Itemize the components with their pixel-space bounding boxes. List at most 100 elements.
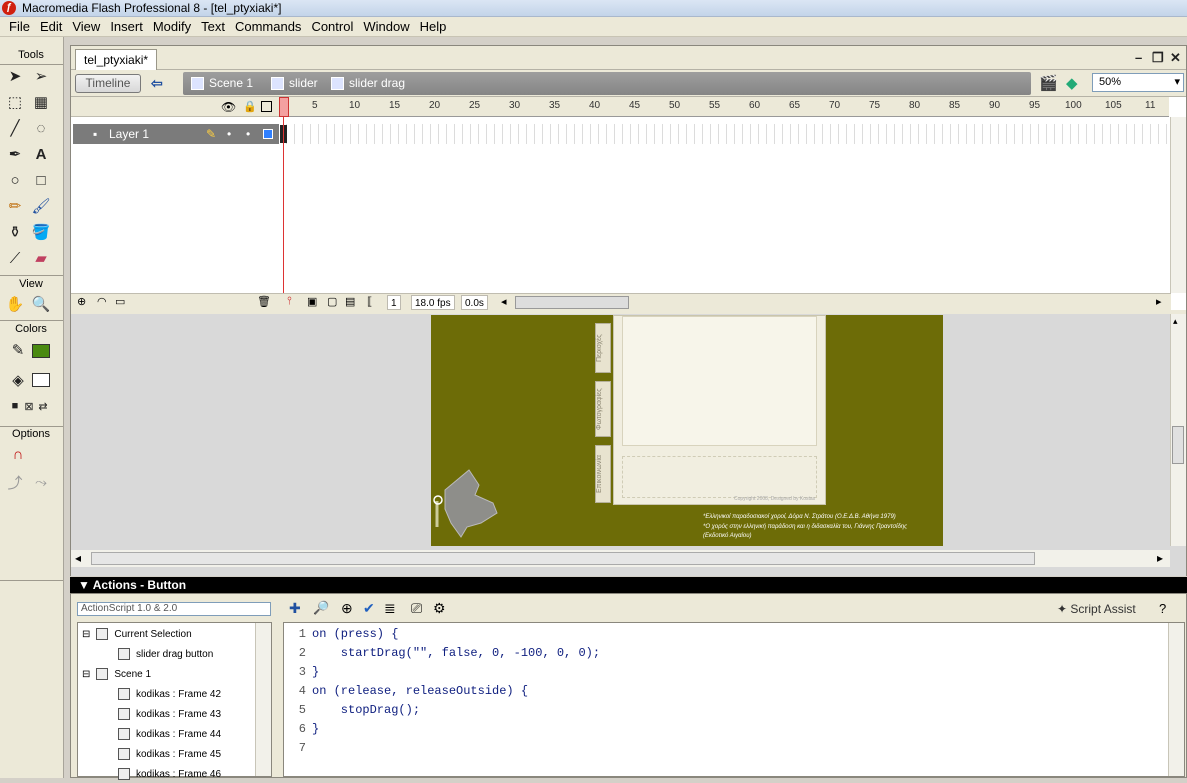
tree-node-frame[interactable]: kodikas : Frame 46 (118, 765, 221, 783)
tree-node-current-selection[interactable]: ⊟ Current Selection (82, 625, 192, 643)
edit-symbols-icon[interactable]: ◆ (1066, 74, 1078, 92)
debug-options-icon[interactable]: ⚙ (433, 600, 446, 617)
lasso-icon[interactable]: ◌ (29, 117, 53, 139)
document-tab[interactable]: tel_ptyxiaki* (75, 49, 158, 70)
stage-vscroll-thumb[interactable] (1172, 426, 1184, 464)
editor-scrollbar[interactable] (1168, 623, 1184, 776)
zoom-select[interactable]: 50% ▾ (1092, 73, 1184, 92)
fill-color-swatch[interactable] (32, 373, 50, 387)
menu-text[interactable]: Text (196, 17, 230, 36)
straighten-icon[interactable]: ⤳ (29, 471, 53, 493)
swap-colors-icon[interactable]: ⇄ (31, 395, 55, 417)
lock-icon[interactable]: 🔒 (243, 100, 257, 113)
tree-node-frame[interactable]: kodikas : Frame 42 (118, 685, 221, 703)
snap-magnet-icon[interactable]: ∩ (6, 443, 30, 465)
ink-bottle-icon[interactable]: ⚱ (3, 221, 27, 243)
onion-markers-icon[interactable]: ⟦ (367, 295, 372, 308)
pen-tool-icon[interactable]: ✒ (3, 143, 27, 165)
menu-view[interactable]: View (67, 17, 105, 36)
paint-bucket-icon[interactable]: 🪣 (29, 221, 53, 243)
timeline-toggle-button[interactable]: Timeline (75, 74, 141, 93)
restore-icon[interactable]: ❐ (1152, 50, 1164, 66)
actionscript-version-select[interactable]: ActionScript 1.0 & 2.0 (77, 602, 271, 616)
stage-hscrollbar[interactable]: ◂ ▸ (71, 550, 1170, 567)
tree-node-scene[interactable]: ⊟ Scene 1 (82, 665, 151, 683)
menu-insert[interactable]: Insert (105, 17, 148, 36)
lock-dot-icon[interactable]: • (246, 124, 250, 144)
add-folder-icon[interactable]: ▭ (115, 295, 125, 308)
hand-tool-icon[interactable]: ✋ (3, 293, 27, 315)
free-transform-icon[interactable]: ⬚ (3, 91, 27, 113)
eyedropper-icon[interactable]: ⟋ (3, 247, 27, 269)
back-arrow-icon[interactable]: ⇦ (151, 75, 171, 92)
oval-tool-icon[interactable]: ○ (3, 169, 27, 191)
stage-vscrollbar[interactable]: ▴ (1170, 314, 1186, 546)
help-icon[interactable]: ? (1159, 601, 1166, 616)
menu-control[interactable]: Control (306, 17, 358, 36)
menu-commands[interactable]: Commands (230, 17, 306, 36)
menu-help[interactable]: Help (415, 17, 452, 36)
tab-contact[interactable]: Επικοινωνία (595, 445, 611, 503)
playhead-marker[interactable] (279, 97, 289, 117)
stage-hscroll-thumb[interactable] (91, 552, 1035, 565)
frame-grid[interactable] (279, 124, 1169, 144)
brush-icon[interactable]: 🖌 (29, 195, 53, 217)
slider-drag-graphic[interactable] (431, 465, 503, 545)
eraser-icon[interactable]: ▰ (29, 247, 53, 269)
check-syntax-icon[interactable]: ✔ (363, 600, 375, 617)
add-guide-icon[interactable]: ◠ (97, 295, 107, 308)
eye-icon[interactable]: 👁 (221, 100, 236, 114)
frame-ruler[interactable]: 5 10 15 20 25 30 35 40 45 50 55 60 65 70… (279, 97, 1169, 117)
crumb-scene-1[interactable]: Scene 1 (191, 75, 253, 91)
onion-skin-icon[interactable]: ▣ (307, 295, 317, 308)
onion-outline-icon[interactable]: ▢ (327, 295, 337, 308)
script-editor[interactable]: 1 on (press) { 2 startDrag("", false, 0, … (283, 622, 1185, 777)
close-icon[interactable]: ✕ (1170, 50, 1181, 66)
timeline-hscroll-thumb[interactable] (515, 296, 629, 309)
stage[interactable]: Copyright 2008, Designed by Kostas Περιο… (431, 315, 943, 546)
text-tool-icon[interactable]: A (29, 143, 53, 165)
subselection-arrow-icon[interactable]: ➢ (29, 65, 53, 87)
pencil-icon[interactable]: ✏ (3, 195, 27, 217)
center-frame-icon[interactable]: ⫯ (287, 295, 292, 308)
selection-arrow-icon[interactable]: ➤ (3, 65, 27, 87)
crumb-slider[interactable]: slider (271, 75, 318, 91)
layer-row[interactable]: ▪ Layer 1 ✎ • • (73, 124, 279, 144)
menu-window[interactable]: Window (358, 17, 414, 36)
stroke-color-swatch[interactable] (32, 344, 50, 358)
target-path-icon[interactable]: ⊕ (341, 600, 353, 617)
script-assist-button[interactable]: ✦ Script Assist (1057, 602, 1136, 616)
rectangle-tool-icon[interactable]: □ (29, 169, 53, 191)
menu-file[interactable]: File (4, 17, 35, 36)
line-tool-icon[interactable]: ╱ (3, 117, 27, 139)
layer-color-icon[interactable] (263, 129, 273, 139)
smooth-icon[interactable]: ⤴ (3, 471, 27, 493)
tree-scrollbar[interactable] (255, 623, 271, 776)
tree-node-frame[interactable]: kodikas : Frame 44 (118, 725, 221, 743)
scroll-right-icon[interactable]: ▸ (1156, 295, 1162, 308)
auto-format-icon[interactable]: ≣ (384, 600, 396, 617)
scroll-left-icon[interactable]: ◂ (75, 551, 81, 565)
timeline-scrollbar[interactable] (1170, 117, 1186, 293)
add-statement-icon[interactable]: ✚ (289, 600, 301, 617)
zoom-tool-icon[interactable]: 🔍 (29, 293, 53, 315)
actions-panel-header[interactable]: ▼ Actions - Button (70, 577, 1187, 593)
edit-multiple-icon[interactable]: ▤ (345, 295, 355, 308)
tree-node-frame[interactable]: kodikas : Frame 43 (118, 705, 221, 723)
gradient-transform-icon[interactable]: ▦ (29, 91, 53, 113)
add-layer-icon[interactable]: ⊕ (77, 295, 86, 308)
scroll-right-icon[interactable]: ▸ (1157, 551, 1163, 565)
scroll-left-icon[interactable]: ◂ (501, 295, 507, 308)
playhead[interactable] (283, 97, 292, 293)
trash-icon[interactable]: 🗑 (257, 295, 271, 308)
menu-edit[interactable]: Edit (35, 17, 67, 36)
find-icon[interactable]: 🔎 (313, 600, 329, 616)
scroll-up-icon[interactable]: ▴ (1173, 316, 1178, 327)
code-hint-icon[interactable]: ⎚ (411, 600, 422, 617)
tree-node-button[interactable]: slider drag button (118, 645, 213, 663)
edit-scene-icon[interactable]: 🎬 (1039, 74, 1058, 92)
menu-modify[interactable]: Modify (148, 17, 196, 36)
outline-icon[interactable] (261, 101, 272, 112)
visible-dot-icon[interactable]: • (227, 124, 231, 144)
tree-node-frame[interactable]: kodikas : Frame 45 (118, 745, 221, 763)
